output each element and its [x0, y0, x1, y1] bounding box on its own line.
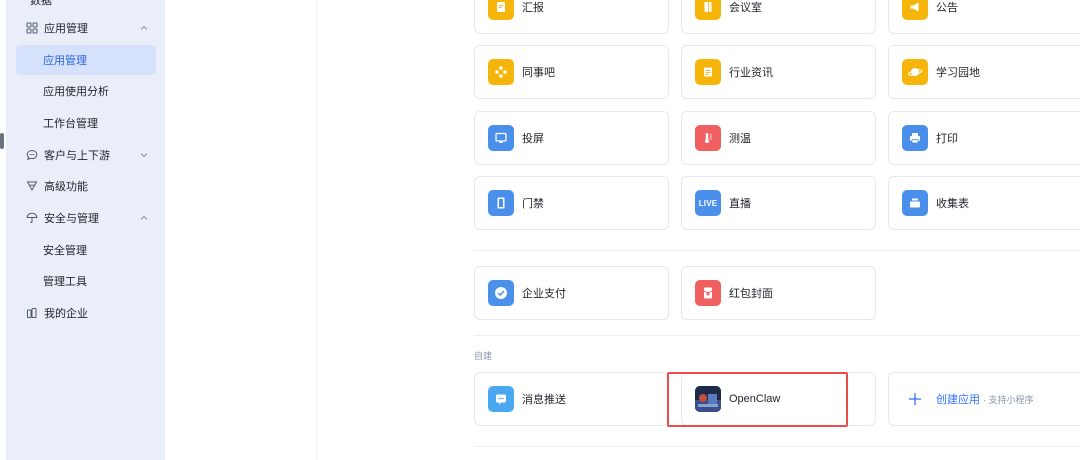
chat-icon: [24, 147, 40, 163]
app-label: 测温: [729, 133, 751, 145]
sidebar: 数据 应用管理 应用管理 应用使用分析 工作台管理 客户与上下游 高级功能 安全…: [6, 0, 165, 460]
app-card-learning[interactable]: 学习园地: [888, 45, 1080, 99]
app-label: 红包封面: [729, 288, 773, 300]
app-card-colleague-bar[interactable]: 同事吧: [474, 45, 669, 99]
sidebar-item-label: 管理工具: [43, 276, 87, 288]
app-label: 收集表: [936, 198, 969, 210]
sidebar-item-partial[interactable]: 数据: [30, 0, 52, 8]
app-label: 行业资讯: [729, 67, 773, 79]
report-icon: [488, 0, 514, 20]
content-divider: [316, 0, 317, 460]
app-card-red-packet-cover[interactable]: 红包封面: [681, 266, 876, 320]
plus-icon: [902, 386, 928, 412]
app-label: 投屏: [522, 133, 544, 145]
app-label: 消息推送: [522, 394, 566, 406]
app-label: 同事吧: [522, 67, 555, 79]
umbrella-icon: [24, 210, 40, 226]
diamond-dots-icon: [488, 59, 514, 85]
planet-icon: [902, 59, 928, 85]
app-label: 直播: [729, 198, 751, 210]
create-app-subtitle: · 支持小程序: [983, 394, 1034, 405]
sidebar-item-security-management[interactable]: 安全管理: [16, 235, 156, 265]
sidebar-item-label: 应用使用分析: [43, 86, 109, 98]
app-label: 门禁: [522, 198, 544, 210]
app-card-report[interactable]: 汇报: [474, 0, 669, 34]
create-app-label: 创建应用: [936, 394, 980, 406]
message-icon: [488, 386, 514, 412]
access-door-icon: [488, 190, 514, 216]
sidebar-item-admin-tools[interactable]: 管理工具: [16, 266, 156, 296]
building-icon: [24, 305, 40, 321]
sidebar-item-app-usage-analysis[interactable]: 应用使用分析: [16, 76, 156, 106]
app-card-temperature[interactable]: 测温: [681, 111, 876, 165]
sidebar-item-app-management[interactable]: 应用管理: [16, 45, 156, 75]
printer-icon: [902, 125, 928, 151]
app-card-message-push[interactable]: 消息推送: [474, 372, 669, 426]
pay-icon: [488, 280, 514, 306]
sidebar-item-my-company[interactable]: 我的企业: [16, 298, 156, 328]
sidebar-item-label: 安全与管理: [44, 213, 99, 225]
sidebar-item-label: 高级功能: [44, 181, 88, 193]
inbox-icon: [902, 190, 928, 216]
app-card-industry-news[interactable]: 行业资讯: [681, 45, 876, 99]
section-divider: [474, 335, 1080, 336]
chevron-up-icon[interactable]: [136, 210, 152, 226]
app-card-announcement[interactable]: 公告: [888, 0, 1080, 34]
panel-resize-handle[interactable]: [0, 133, 4, 149]
news-icon: [695, 59, 721, 85]
screen-cast-icon: [488, 125, 514, 151]
sidebar-group-app-management[interactable]: 应用管理: [16, 13, 156, 43]
app-label: 企业支付: [522, 288, 566, 300]
red-packet-icon: [695, 280, 721, 306]
sidebar-item-advanced[interactable]: 高级功能: [16, 171, 156, 201]
app-label: 学习园地: [936, 67, 980, 79]
sidebar-item-label: 安全管理: [43, 245, 87, 257]
grid-icon: [24, 20, 40, 36]
app-label: 打印: [936, 133, 958, 145]
chevron-up-icon[interactable]: [136, 20, 152, 36]
app-label: 会议室: [729, 2, 762, 14]
megaphone-icon: [902, 0, 928, 20]
section-divider: [474, 446, 1080, 447]
app-card-live[interactable]: LIVE 直播: [681, 176, 876, 230]
app-card-enterprise-pay[interactable]: 企业支付: [474, 266, 669, 320]
thermometer-icon: [695, 125, 721, 151]
sidebar-item-label: 客户与上下游: [44, 150, 110, 162]
section-label-custom: 自建: [474, 351, 493, 361]
app-card-collection-form[interactable]: 收集表: [888, 176, 1080, 230]
app-card-print[interactable]: 打印: [888, 111, 1080, 165]
sidebar-item-label: 应用管理: [43, 55, 87, 67]
highlight-box: [667, 372, 848, 427]
sidebar-item-label: 我的企业: [44, 308, 88, 320]
sidebar-group-security[interactable]: 安全与管理: [16, 203, 156, 233]
sidebar-item-label: 应用管理: [44, 23, 88, 35]
door-icon: [695, 0, 721, 20]
create-app-button[interactable]: 创建应用 · 支持小程序: [888, 372, 1080, 426]
sidebar-group-customers[interactable]: 客户与上下游: [16, 140, 156, 170]
sidebar-item-workbench-management[interactable]: 工作台管理: [16, 108, 156, 138]
app-card-screen-cast[interactable]: 投屏: [474, 111, 669, 165]
section-divider: [474, 250, 1080, 251]
funnel-icon: [24, 178, 40, 194]
app-label: 汇报: [522, 2, 544, 14]
chevron-down-icon[interactable]: [136, 147, 152, 163]
app-card-meeting-room[interactable]: 会议室: [681, 0, 876, 34]
sidebar-item-label: 工作台管理: [43, 118, 98, 130]
app-card-access-control[interactable]: 门禁: [474, 176, 669, 230]
app-label: 公告: [936, 2, 958, 14]
live-icon: LIVE: [695, 190, 721, 216]
